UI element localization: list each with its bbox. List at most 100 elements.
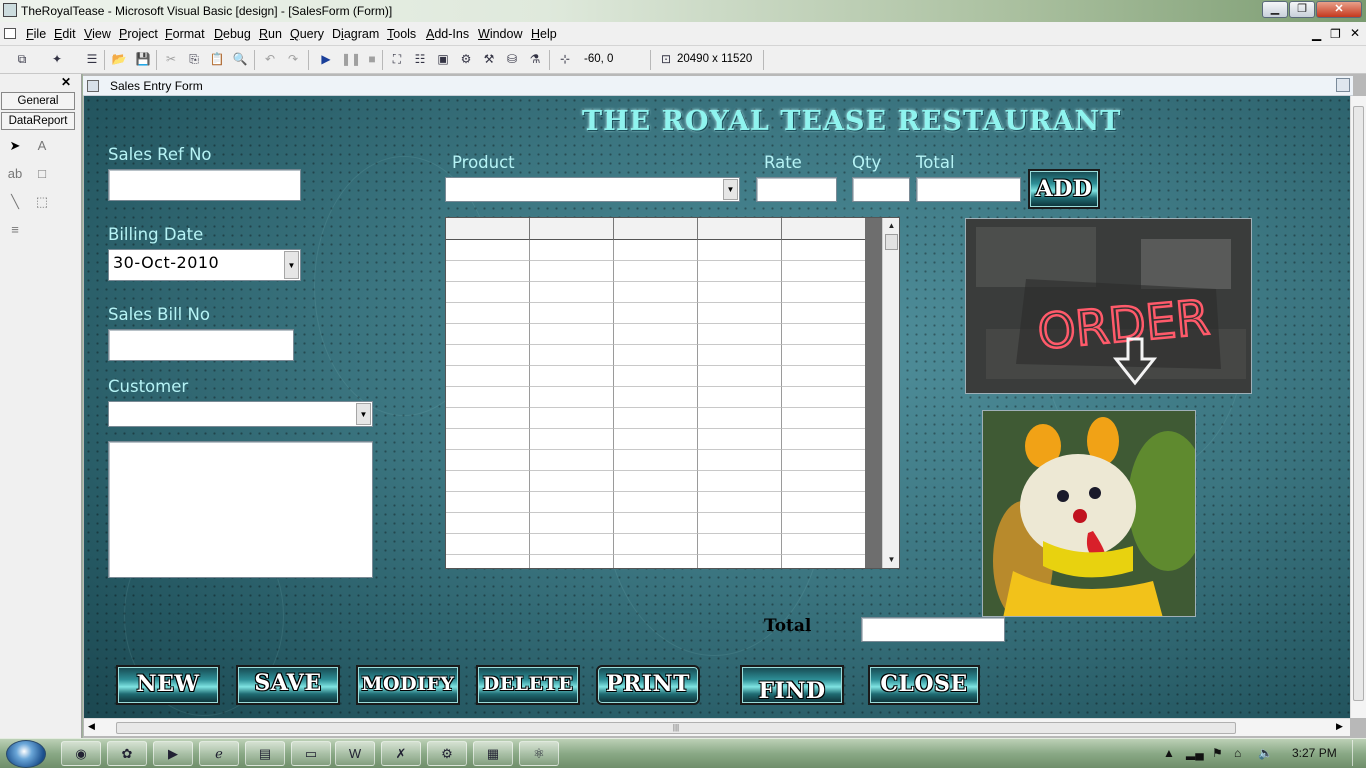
- line-tool-icon[interactable]: ╲: [5, 192, 25, 212]
- object-browser-icon[interactable]: ⚙: [458, 51, 474, 67]
- menu-debug[interactable]: Debug: [214, 27, 251, 41]
- chevron-down-icon[interactable]: ▼: [723, 179, 738, 200]
- add-button[interactable]: ADD: [1028, 169, 1100, 209]
- show-hidden-icons-icon[interactable]: ▲: [1163, 746, 1175, 760]
- show-desktop-button[interactable]: [1352, 740, 1364, 766]
- scroll-left-icon[interactable]: ◀: [88, 721, 95, 732]
- grid-cell[interactable]: [698, 513, 782, 534]
- menu-file[interactable]: File: [26, 27, 46, 41]
- grid-column-header[interactable]: [614, 218, 698, 240]
- grid-cell[interactable]: [782, 240, 866, 261]
- chevron-down-icon[interactable]: ▼: [356, 403, 371, 425]
- grid-cell[interactable]: [782, 324, 866, 345]
- shape-tool-icon[interactable]: □: [32, 164, 52, 184]
- start-icon[interactable]: ▶: [318, 51, 334, 67]
- grid-cell[interactable]: [614, 534, 698, 555]
- clock[interactable]: 3:27 PM: [1292, 746, 1337, 760]
- power-icon[interactable]: ⌂: [1234, 746, 1241, 760]
- grid-cell[interactable]: [698, 555, 782, 568]
- grid-cell[interactable]: [614, 471, 698, 492]
- vb-app-icon[interactable]: [3, 3, 17, 17]
- toolbox-close-icon[interactable]: ✕: [61, 75, 71, 89]
- grid-cell[interactable]: [530, 303, 614, 324]
- grid-cell[interactable]: [446, 282, 530, 303]
- component-manager-icon[interactable]: ⚗: [527, 51, 543, 67]
- grid-cell[interactable]: [446, 261, 530, 282]
- scroll-right-icon[interactable]: ▶: [1336, 721, 1343, 732]
- grid-cell[interactable]: [530, 282, 614, 303]
- volume-icon[interactable]: 🔈: [1258, 746, 1273, 760]
- billing-date-picker[interactable]: 30-Oct-2010 ▼: [108, 249, 301, 281]
- form-control-box-icon[interactable]: [1336, 78, 1350, 92]
- sales-bill-no-field[interactable]: [108, 329, 294, 361]
- grid-cell[interactable]: [614, 261, 698, 282]
- menu-view[interactable]: View: [84, 27, 111, 41]
- form-horizontal-scrollbar[interactable]: ◀ ||| ▶: [84, 718, 1350, 736]
- maximize-button[interactable]: ❐: [1289, 1, 1315, 18]
- menu-query[interactable]: Query: [290, 27, 324, 41]
- sales-items-grid[interactable]: ▲ ▼: [445, 217, 900, 569]
- function-tool-icon[interactable]: ≡: [5, 220, 25, 240]
- grid-cell[interactable]: [530, 471, 614, 492]
- grid-cell[interactable]: [698, 324, 782, 345]
- add-form-icon[interactable]: ✦: [49, 51, 65, 67]
- grid-cell[interactable]: [698, 450, 782, 471]
- grid-cell[interactable]: [698, 429, 782, 450]
- grid-cell[interactable]: [614, 324, 698, 345]
- mdi-close-icon[interactable]: ✕: [1350, 26, 1360, 40]
- grid-cell[interactable]: [698, 240, 782, 261]
- grid-cell[interactable]: [614, 240, 698, 261]
- grid-cell[interactable]: [530, 555, 614, 568]
- scroll-up-icon[interactable]: ▲: [885, 219, 898, 233]
- find-button[interactable]: FIND: [740, 665, 844, 705]
- customer-combo[interactable]: ▼: [108, 401, 373, 427]
- copy-icon[interactable]: ⎘: [186, 51, 202, 67]
- grid-cell[interactable]: [446, 492, 530, 513]
- scroll-down-icon[interactable]: ▼: [885, 553, 898, 567]
- redo-icon[interactable]: ↷: [285, 51, 301, 67]
- grid-column-header[interactable]: [698, 218, 782, 240]
- grid-cell[interactable]: [446, 387, 530, 408]
- add-project-icon[interactable]: ⧉: [14, 51, 30, 67]
- grid-cell[interactable]: [614, 408, 698, 429]
- textbox-tool-icon[interactable]: ab: [5, 164, 25, 184]
- break-icon[interactable]: ❚❚: [341, 51, 361, 67]
- grid-cell[interactable]: [530, 450, 614, 471]
- grid-cell[interactable]: [530, 345, 614, 366]
- grid-cell[interactable]: [614, 303, 698, 324]
- menu-edit[interactable]: Edit: [54, 27, 76, 41]
- grid-cell[interactable]: [782, 555, 866, 568]
- grid-cell[interactable]: [530, 408, 614, 429]
- visual-basic-icon[interactable]: ⚙: [427, 741, 467, 766]
- menu-help[interactable]: Help: [531, 27, 557, 41]
- sales-ref-no-field[interactable]: [108, 169, 301, 201]
- grid-cell[interactable]: [782, 492, 866, 513]
- grid-cell[interactable]: [782, 366, 866, 387]
- grid-cell[interactable]: [782, 387, 866, 408]
- grid-column-header[interactable]: [446, 218, 530, 240]
- grid-cell[interactable]: [530, 513, 614, 534]
- end-icon[interactable]: ■: [364, 51, 380, 67]
- grid-cell[interactable]: [446, 324, 530, 345]
- undo-icon[interactable]: ↶: [262, 51, 278, 67]
- word-icon[interactable]: W: [335, 741, 375, 766]
- grid-cell[interactable]: [698, 492, 782, 513]
- print-button[interactable]: PRINT: [596, 665, 700, 705]
- flag-icon[interactable]: ⚑: [1212, 746, 1223, 760]
- window-icon[interactable]: ▭: [291, 741, 331, 766]
- grid-cell[interactable]: [698, 408, 782, 429]
- form-layout-icon[interactable]: ▣: [435, 51, 451, 67]
- grid-cell[interactable]: [530, 429, 614, 450]
- grid-cell[interactable]: [782, 429, 866, 450]
- grid-cell[interactable]: [446, 450, 530, 471]
- grid-cell[interactable]: [698, 345, 782, 366]
- pointer-tool-icon[interactable]: ➤: [5, 136, 25, 156]
- grid-cell[interactable]: [530, 492, 614, 513]
- label-tool-icon[interactable]: A: [32, 136, 52, 156]
- grid-cell[interactable]: [446, 471, 530, 492]
- scroll-thumb[interactable]: |||: [116, 722, 1236, 734]
- grid-cell[interactable]: [782, 261, 866, 282]
- grid-cell[interactable]: [446, 513, 530, 534]
- pdf-icon[interactable]: ✗: [381, 741, 421, 766]
- grid-cell[interactable]: [782, 282, 866, 303]
